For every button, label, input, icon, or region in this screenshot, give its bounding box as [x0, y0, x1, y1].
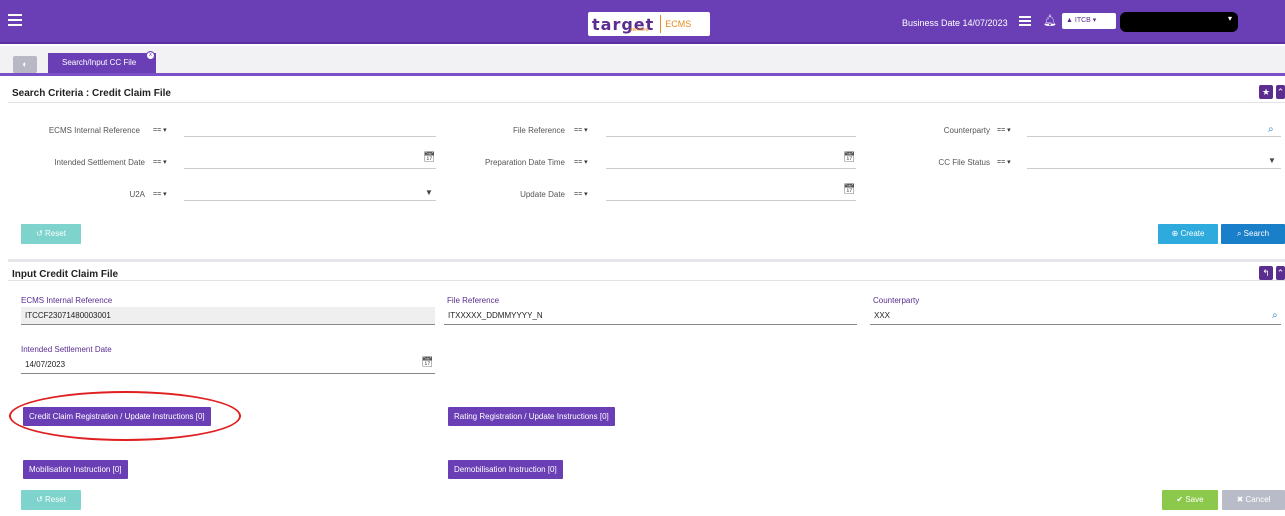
logo-subtext: services — [630, 27, 649, 33]
star-icon[interactable]: ★ — [1259, 85, 1273, 99]
counterparty-label: Counterparty — [873, 296, 920, 305]
search-button[interactable]: ⌕ Search — [1221, 224, 1285, 244]
operator-select[interactable]: == ▾ — [574, 190, 588, 198]
ecms-ref-label: ECMS Internal Reference — [48, 126, 140, 135]
input-reset-button[interactable]: ↺ Reset — [21, 490, 81, 510]
list-icon[interactable] — [1019, 16, 1031, 26]
app-logo: target services ECMS — [588, 12, 710, 36]
save-button[interactable]: ✔ Save — [1162, 490, 1218, 510]
top-bar: target services ECMS Business Date 14/07… — [0, 0, 1285, 44]
search-icon[interactable]: ⌕ — [1272, 310, 1278, 321]
caret-down-icon[interactable]: ▾ — [1228, 14, 1232, 23]
business-date: Business Date 14/07/2023 — [902, 18, 1008, 28]
operator-select[interactable]: == ▾ — [153, 190, 167, 198]
search-reset-button[interactable]: ↺ Reset — [21, 224, 81, 244]
demobilisation-button[interactable]: Demobilisation Instruction [0] — [448, 460, 563, 479]
caret-down-icon[interactable]: ▼ — [425, 188, 433, 197]
cancel-button[interactable]: ✖ Cancel — [1222, 490, 1285, 510]
ecms-ref-input[interactable] — [184, 121, 436, 137]
intended-settlement-field[interactable]: 14/07/2023 — [21, 356, 435, 374]
u2a-label: U2A — [129, 190, 145, 199]
calendar-icon[interactable]: 📅︎ — [843, 152, 856, 163]
file-ref-label: File Reference — [447, 296, 500, 305]
operator-select[interactable]: == ▾ — [153, 158, 167, 166]
collapse-icon[interactable]: ⌃ — [1276, 266, 1285, 280]
update-date-label: Update Date — [520, 190, 565, 199]
ecms-ref-label: ECMS Internal Reference — [21, 296, 113, 305]
search-panel-header: Search Criteria : Credit Claim File ★ ⌃ — [8, 81, 1285, 103]
user-menu[interactable]: ▲ ITCB ▾ — [1062, 13, 1116, 29]
tab-strip: ◐ Search/Input CC File x — [0, 46, 1285, 76]
cc-file-status-select[interactable] — [1027, 153, 1281, 169]
logo-separator — [660, 15, 662, 33]
panel-title: Search Criteria : Credit Claim File — [12, 88, 171, 99]
file-ref-input[interactable] — [606, 121, 856, 137]
tab-search-input-cc-file[interactable]: Search/Input CC File — [48, 53, 156, 73]
user-label: ITCB — [1074, 17, 1091, 24]
u2a-select[interactable] — [184, 185, 436, 201]
cc-file-status-label: CC File Status — [938, 158, 990, 167]
mobilisation-button[interactable]: Mobilisation Instruction [0] — [23, 460, 128, 479]
operator-select[interactable]: == ▾ — [997, 158, 1011, 166]
calendar-icon[interactable]: 📅︎ — [843, 184, 856, 195]
counterparty-field[interactable]: XXX — [870, 307, 1281, 325]
intended-settlement-input[interactable] — [184, 153, 436, 169]
rating-registration-button[interactable]: Rating Registration / Update Instruction… — [448, 407, 615, 426]
preparation-dt-label: Preparation Date Time — [484, 158, 565, 167]
operator-select[interactable]: == ▾ — [997, 126, 1011, 134]
collapse-icon[interactable]: ⌃ — [1276, 85, 1285, 99]
hamburger-icon[interactable] — [8, 14, 22, 26]
caret-down-icon[interactable]: ▼ — [1268, 156, 1276, 165]
annotation-ellipse — [9, 391, 241, 441]
back-icon[interactable]: ↰ — [1259, 266, 1273, 280]
dashboard-icon[interactable]: ◐ — [13, 56, 37, 73]
input-panel-header: Input Credit Claim File ↰ ⌃ — [8, 259, 1285, 281]
redacted-user-name — [1120, 12, 1238, 32]
intended-settlement-label: Intended Settlement Date — [54, 158, 145, 167]
search-icon[interactable]: ⌕ — [1268, 124, 1274, 135]
update-date-input[interactable] — [606, 185, 856, 201]
operator-select[interactable]: == ▾ — [153, 126, 167, 134]
caret-down-icon: ▾ — [1092, 17, 1097, 24]
ecms-ref-field: ITCCF23071480003001 — [21, 307, 435, 325]
counterparty-input[interactable] — [1027, 121, 1281, 137]
calendar-icon[interactable]: 📅︎ — [421, 357, 434, 368]
file-ref-label: File Reference — [512, 126, 565, 135]
counterparty-label: Counterparty — [943, 126, 990, 135]
calendar-icon[interactable]: 📅︎ — [423, 152, 436, 163]
intended-settlement-label: Intended Settlement Date — [21, 345, 112, 354]
operator-select[interactable]: == ▾ — [574, 126, 588, 134]
file-ref-field[interactable]: ITXXXXX_DDMMYYYY_N — [444, 307, 857, 325]
logo-app-name: ECMS — [665, 19, 692, 29]
create-button[interactable]: ⊕ Create — [1158, 224, 1218, 244]
panel-title: Input Credit Claim File — [12, 269, 119, 280]
close-icon[interactable]: x — [146, 51, 155, 60]
bell-icon[interactable]: 🔔︎ — [1043, 14, 1057, 27]
operator-select[interactable]: == ▾ — [574, 158, 588, 166]
preparation-dt-input[interactable] — [606, 153, 856, 169]
user-icon: ▲ — [1066, 17, 1073, 24]
